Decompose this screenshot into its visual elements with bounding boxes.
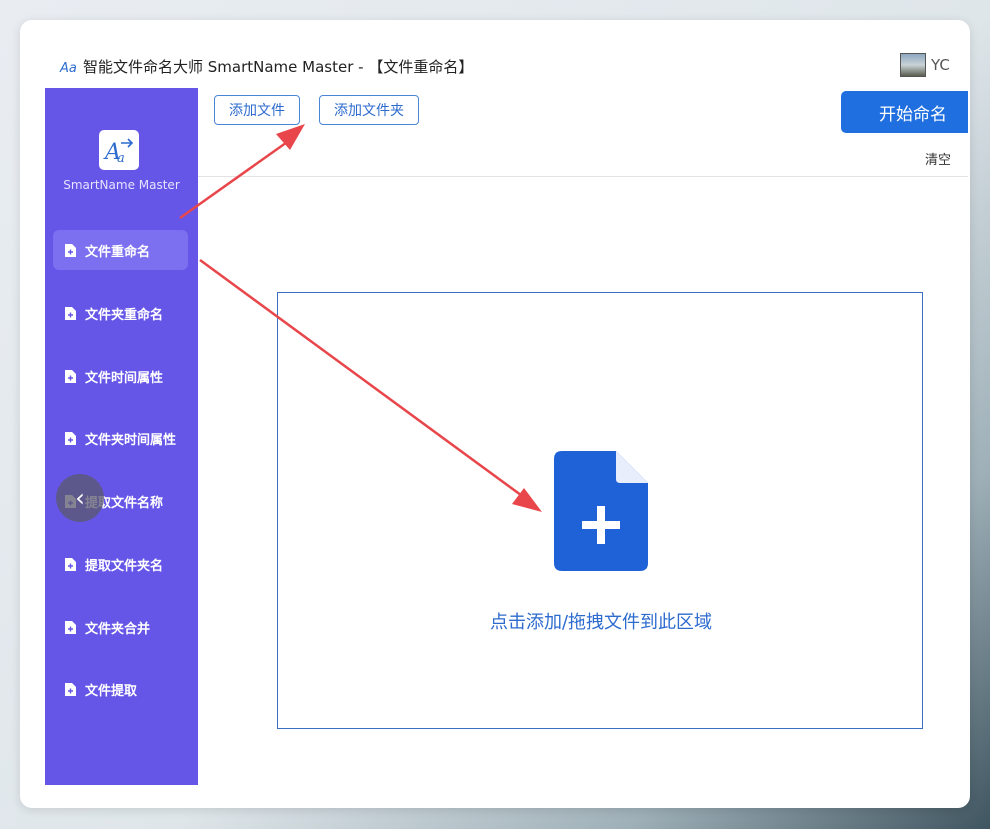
username[interactable]: YC xyxy=(931,56,950,74)
chevron-left-icon: ‹ xyxy=(75,484,85,512)
document-icon xyxy=(65,369,76,383)
collapse-button[interactable]: ‹ xyxy=(56,474,104,522)
app-logo-icon: Aa xyxy=(59,61,77,76)
sidebar-item-label: 文件夹合并 xyxy=(85,621,151,637)
logo-icon: A a xyxy=(103,138,134,166)
window-title: 智能文件命名大师 SmartName Master - 【文件重命名】 xyxy=(83,58,474,76)
document-icon xyxy=(65,431,76,445)
sidebar-item-file-time[interactable]: 文件时间属性 xyxy=(53,356,188,396)
screenshot-card: Aa 智能文件命名大师 SmartName Master - 【文件重命名】 Y… xyxy=(20,20,970,808)
app-window: Aa 智能文件命名大师 SmartName Master - 【文件重命名】 Y… xyxy=(45,45,968,785)
document-icon xyxy=(65,243,76,257)
document-icon xyxy=(65,620,76,634)
sidebar-item-label: 文件提取 xyxy=(85,683,138,699)
svg-text:Aa: Aa xyxy=(59,61,77,76)
sidebar: A a SmartName Master 文件重命名 文件夹重命名 文件时间属性 xyxy=(45,88,198,785)
sidebar-item-extract-foldernames[interactable]: 提取文件夹名 xyxy=(53,544,188,584)
add-folder-button[interactable]: 添加文件夹 xyxy=(319,95,419,125)
file-drop-zone[interactable]: 点击添加/拖拽文件到此区域 xyxy=(277,292,923,729)
drop-zone-text: 点击添加/拖拽文件到此区域 xyxy=(489,612,713,633)
clear-button[interactable]: 清空 xyxy=(925,149,951,168)
start-rename-button[interactable]: 开始命名 xyxy=(841,91,968,133)
add-file-button[interactable]: 添加文件 xyxy=(214,95,300,125)
sidebar-item-folder-rename[interactable]: 文件夹重命名 xyxy=(53,293,188,333)
sidebar-item-label: 文件夹时间属性 xyxy=(85,432,177,448)
avatar[interactable] xyxy=(900,53,926,77)
logo-name: SmartName Master xyxy=(63,178,180,192)
sidebar-item-folder-merge[interactable]: 文件夹合并 xyxy=(53,607,188,647)
sidebar-item-label: 文件重命名 xyxy=(85,244,151,260)
sidebar-item-label: 文件夹重命名 xyxy=(85,307,164,323)
divider xyxy=(198,176,968,177)
document-icon xyxy=(65,682,76,696)
add-file-icon xyxy=(554,451,648,571)
sidebar-item-label: 文件时间属性 xyxy=(85,370,164,386)
title-bar: Aa 智能文件命名大师 SmartName Master - 【文件重命名】 Y… xyxy=(45,45,968,88)
svg-text:a: a xyxy=(117,151,125,166)
document-icon xyxy=(65,557,76,571)
sidebar-item-label: 提取文件夹名 xyxy=(85,558,164,574)
sidebar-item-file-extract[interactable]: 文件提取 xyxy=(53,669,188,709)
document-icon xyxy=(65,306,76,320)
sidebar-item-folder-time[interactable]: 文件夹时间属性 xyxy=(53,418,188,458)
sidebar-item-file-rename[interactable]: 文件重命名 xyxy=(53,230,188,270)
logo: A a xyxy=(99,130,139,170)
